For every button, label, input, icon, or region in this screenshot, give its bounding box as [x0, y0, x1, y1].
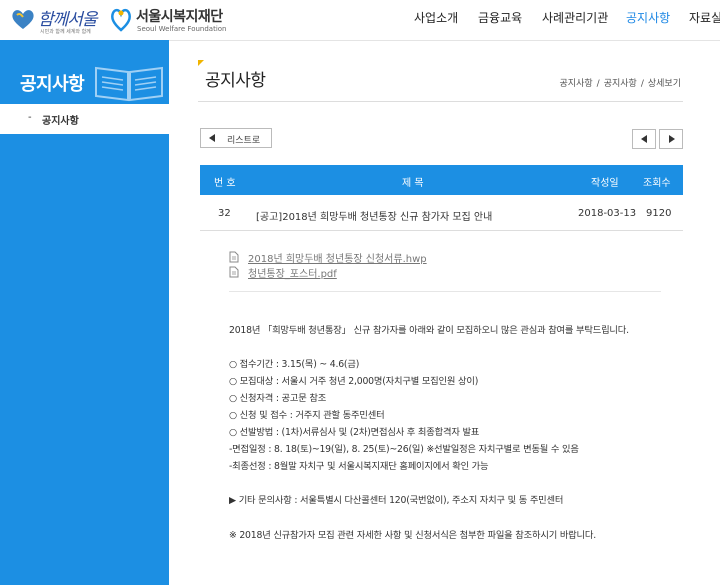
title-corner-mark [198, 60, 204, 66]
foundation-subtitle: Seoul Welfare Foundation [137, 25, 227, 33]
nav-item-case-agencies[interactable]: 사례관리기관 [542, 9, 608, 26]
breadcrumb-separator: / [640, 79, 644, 89]
post-number: 32 [218, 208, 231, 219]
sidebar-item-notices[interactable]: - 공지사항 [0, 104, 169, 134]
body-line: ○ 신청자격 : 공고문 참조 [229, 393, 327, 404]
heart-logo-icon [12, 10, 34, 29]
arrow-left-icon [209, 134, 215, 142]
table-header: 번 호 제 목 작성일 조회수 [200, 165, 683, 195]
body-contact: ▶ 기타 문의사항 : 서울특별시 다산콜센터 120(국번없이), 주소지 자… [229, 495, 564, 506]
together-seoul-subtitle: 시민과 함께 세계와 함께 [40, 29, 91, 35]
arrow-left-icon [641, 135, 647, 143]
sidebar-item-label: 공지사항 [42, 116, 79, 127]
nav-item-finance-education[interactable]: 금융교육 [478, 9, 522, 26]
breadcrumb-separator: / [596, 79, 600, 89]
nav-item-archive[interactable]: 자료실 [689, 9, 720, 26]
foundation-logo-icon [111, 8, 131, 32]
body-intro: 2018년 「희망두배 청년통장」 신규 참가자를 아래와 같이 모집하오니 많… [229, 325, 629, 336]
back-to-list-label: 리스트로 [227, 136, 261, 146]
body-line: ○ 선발방법 : (1차)서류심사 및 (2차)면접심사 후 최종합격자 발표 [229, 427, 480, 438]
column-header-number: 번 호 [214, 178, 236, 189]
sidebar: 공지사항 - 공지사항 [0, 40, 169, 585]
file-icon [229, 266, 239, 278]
sidebar-item-dash: - [28, 112, 32, 123]
post-views: 9120 [646, 208, 672, 219]
next-post-button[interactable] [659, 129, 683, 149]
body-line: -최종선정 : 8월말 자치구 및 서울시복지재단 홈페이지에서 확인 가능 [229, 461, 489, 472]
post-date: 2018-03-13 [578, 208, 637, 219]
body-line: -면접일정 : 8. 18(토)~19(일), 8. 25(토)~26(일) ※… [229, 444, 579, 455]
breadcrumb: 공지사항 / 공지사항 / 상세보기 [558, 76, 683, 89]
column-header-date: 작성일 [591, 178, 619, 189]
prev-post-button[interactable] [632, 129, 656, 149]
body-note: ※ 2018년 신규참가자 모집 관련 자세한 사항 및 신청서식은 첨부한 파… [229, 530, 596, 541]
file-icon [229, 251, 239, 263]
nav-item-business[interactable]: 사업소개 [414, 9, 458, 26]
foundation-title: 서울시복지재단 [136, 9, 223, 25]
sidebar-title: 공지사항 [20, 74, 85, 95]
site-header: 함께서울 시민과 함께 세계와 함께 서울시복지재단 Seoul Welfare… [0, 0, 720, 41]
arrow-right-icon [669, 135, 675, 143]
table-row: 32 [공고]2018년 희망두배 청년통장 신규 참가자 모집 안내 2018… [200, 196, 683, 231]
post-title: [공고]2018년 희망두배 청년통장 신규 참가자 모집 안내 [256, 212, 493, 223]
attachment-link[interactable]: 청년통장_포스터.pdf [248, 265, 337, 280]
breadcrumb-item-current: 상세보기 [647, 79, 681, 89]
nav-item-notices[interactable]: 공지사항 [626, 9, 670, 26]
together-seoul-logo[interactable]: 함께서울 시민과 함께 세계와 함께 [10, 4, 102, 36]
attachment-link[interactable]: 2018년 희망두배 청년통장 신청서류.hwp [248, 250, 427, 265]
breadcrumb-item[interactable]: 공지사항 [604, 79, 637, 89]
foundation-logo[interactable]: 서울시복지재단 Seoul Welfare Foundation [110, 4, 240, 36]
column-header-title: 제 목 [402, 178, 424, 189]
page-title: 공지사항 [205, 71, 266, 91]
body-line: ○ 모집대상 : 서울시 거주 청년 2,000명(자치구별 모집인원 상이) [229, 376, 479, 387]
body-line: ○ 접수기간 : 3.15(목) ~ 4.6(금) [229, 359, 360, 370]
column-header-views: 조회수 [643, 178, 671, 189]
together-seoul-title: 함께서울 [38, 10, 98, 30]
book-icon [95, 66, 163, 102]
breadcrumb-item[interactable]: 공지사항 [560, 79, 593, 89]
attachment-divider [229, 291, 661, 292]
back-to-list-button[interactable]: 리스트로 [200, 128, 272, 148]
body-line: ○ 신청 및 접수 : 거주지 관할 동주민센터 [229, 410, 385, 421]
title-divider [198, 101, 683, 102]
